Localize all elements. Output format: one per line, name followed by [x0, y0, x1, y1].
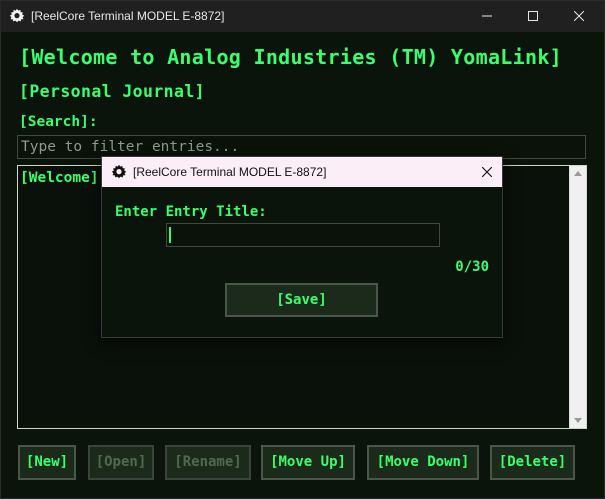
save-button[interactable]: [Save] — [225, 283, 378, 317]
move-down-button[interactable]: [Move Down] — [367, 445, 479, 480]
rename-button[interactable]: [Rename] — [165, 445, 251, 480]
dialog-title-bar[interactable]: [ReelCore Terminal MODEL E-8872] — [102, 157, 502, 187]
entry-title-input[interactable] — [166, 223, 440, 247]
character-counter: 0/30 — [455, 259, 489, 275]
minimize-button[interactable] — [464, 1, 510, 32]
title-prompt-label: Enter Entry Title: — [115, 204, 267, 220]
maximize-button[interactable] — [510, 1, 556, 32]
dialog-title: [ReelCore Terminal MODEL E-8872] — [133, 165, 327, 179]
dialog-close-button[interactable] — [472, 157, 502, 187]
delete-button[interactable]: [Delete] — [490, 445, 575, 480]
maximize-icon — [528, 11, 538, 21]
scroll-down-icon[interactable] — [574, 418, 582, 423]
minimize-icon — [482, 15, 492, 17]
scroll-up-icon[interactable] — [574, 171, 582, 176]
move-up-button[interactable]: [Move Up] — [261, 445, 355, 480]
text-caret — [169, 227, 171, 243]
section-heading: [Personal Journal] — [19, 82, 206, 101]
close-icon — [482, 167, 492, 177]
search-label: [Search]: — [19, 114, 98, 130]
title-bar[interactable]: [ReelCore Terminal MODEL E-8872] — [1, 1, 604, 32]
list-item[interactable]: [Welcome] — [20, 170, 99, 186]
app-heading: [Welcome to Analog Industries (TM) YomaL… — [19, 45, 563, 69]
close-icon — [574, 11, 584, 21]
open-button[interactable]: [Open] — [88, 445, 154, 480]
new-button[interactable]: [New] — [18, 445, 76, 480]
gear-icon — [9, 8, 25, 24]
window-title: [ReelCore Terminal MODEL E-8872] — [31, 9, 225, 23]
entry-title-dialog: [ReelCore Terminal MODEL E-8872] Enter E… — [101, 156, 503, 338]
list-scrollbar[interactable] — [569, 166, 586, 428]
close-button[interactable] — [556, 1, 602, 32]
gear-icon — [111, 164, 127, 180]
terminal-window: [ReelCore Terminal MODEL E-8872] [Welcom… — [0, 0, 605, 499]
